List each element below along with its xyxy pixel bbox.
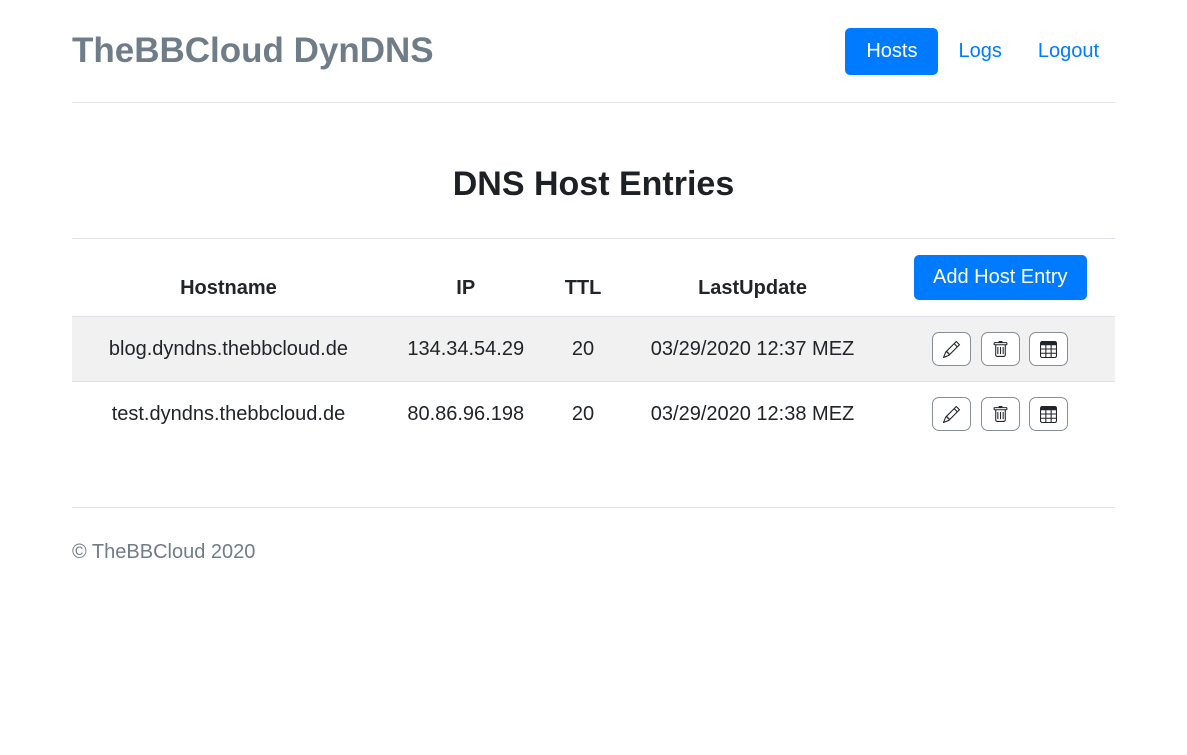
table-icon [1040, 341, 1057, 358]
header: TheBBCloud DynDNS Hosts Logs Logout [72, 0, 1115, 103]
delete-host-button[interactable] [981, 332, 1020, 366]
ttl-cell: 20 [547, 317, 620, 382]
trash-icon [992, 341, 1009, 358]
lastupdate-cell: 03/29/2020 12:37 MEZ [620, 317, 886, 382]
add-host-entry-button[interactable]: Add Host Entry [914, 255, 1087, 300]
main-nav: Hosts Logs Logout [845, 28, 1115, 75]
hostname-cell: blog.dyndns.thebbcloud.de [72, 317, 385, 382]
column-header-lastupdate: LastUpdate [620, 239, 886, 317]
column-header-ip: IP [385, 239, 547, 317]
edit-host-button[interactable] [932, 332, 971, 366]
ttl-cell: 20 [547, 382, 620, 447]
copyright-text: © TheBBCloud 2020 [72, 541, 255, 563]
delete-host-button[interactable] [981, 397, 1020, 431]
footer: © TheBBCloud 2020 [72, 507, 1115, 564]
nav-tab-logout[interactable]: Logout [1022, 32, 1115, 71]
table-row: blog.dyndns.thebbcloud.de 134.34.54.29 2… [72, 317, 1115, 382]
ip-cell: 134.34.54.29 [385, 317, 547, 382]
column-header-hostname: Hostname [72, 239, 385, 317]
ip-cell: 80.86.96.198 [385, 382, 547, 447]
table-row: test.dyndns.thebbcloud.de 80.86.96.198 2… [72, 382, 1115, 447]
nav-tab-hosts[interactable]: Hosts [845, 28, 938, 75]
table-header-row: Hostname IP TTL LastUpdate Add Host Entr… [72, 239, 1115, 317]
column-header-actions: Add Host Entry [886, 239, 1116, 317]
page-title: DNS Host Entries [72, 165, 1115, 204]
pencil-icon [943, 341, 960, 358]
trash-icon [992, 406, 1009, 423]
hostname-cell: test.dyndns.thebbcloud.de [72, 382, 385, 447]
host-log-table-button[interactable] [1029, 332, 1068, 366]
nav-tab-logs[interactable]: Logs [942, 32, 1017, 71]
page-container: TheBBCloud DynDNS Hosts Logs Logout DNS … [72, 0, 1115, 564]
column-header-ttl: TTL [547, 239, 620, 317]
app-title: TheBBCloud DynDNS [72, 26, 434, 76]
actions-cell [886, 382, 1116, 447]
edit-host-button[interactable] [932, 397, 971, 431]
host-log-table-button[interactable] [1029, 397, 1068, 431]
pencil-icon [943, 406, 960, 423]
table-icon [1040, 406, 1057, 423]
lastupdate-cell: 03/29/2020 12:38 MEZ [620, 382, 886, 447]
actions-cell [886, 317, 1116, 382]
main-content: DNS Host Entries Hostname IP TTL LastUpd… [72, 165, 1115, 446]
dns-host-entries-table: Hostname IP TTL LastUpdate Add Host Entr… [72, 238, 1115, 446]
